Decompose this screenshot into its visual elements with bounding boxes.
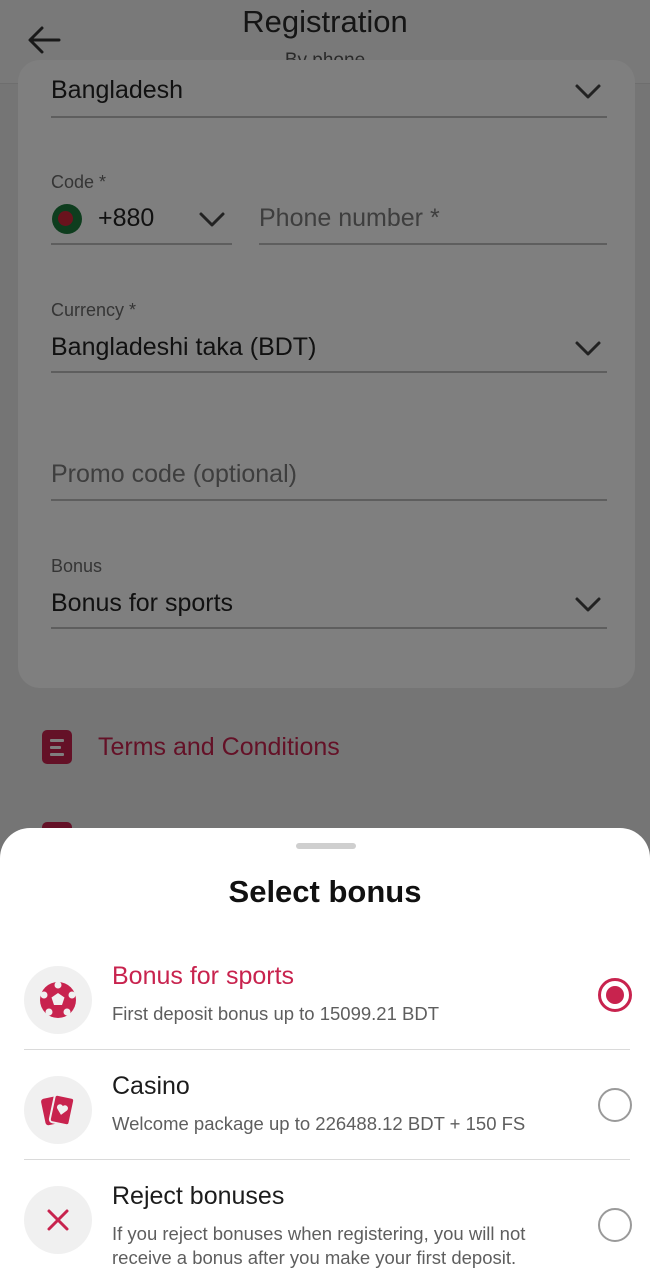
bonus-option-title: Reject bonuses (112, 1182, 285, 1210)
bonus-option-title: Casino (112, 1072, 190, 1100)
divider (24, 1159, 630, 1160)
radio-selected[interactable] (598, 978, 632, 1012)
soccer-ball-icon (24, 966, 92, 1034)
radio-unselected[interactable] (598, 1088, 632, 1122)
bonus-option-reject[interactable]: Reject bonuses If you reject bonuses whe… (0, 1176, 650, 1280)
bonus-option-description: First deposit bonus up to 15099.21 BDT (112, 1003, 440, 1024)
sheet-drag-handle[interactable] (296, 843, 356, 849)
radio-unselected[interactable] (598, 1208, 632, 1242)
playing-cards-icon (24, 1076, 92, 1144)
bonus-option-title: Bonus for sports (112, 962, 295, 990)
bonus-option-description: If you reject bonuses when registering, … (112, 1223, 526, 1268)
close-icon (24, 1186, 92, 1254)
bonus-option-description: Welcome package up to 226488.12 BDT + 15… (112, 1113, 526, 1134)
divider (24, 1049, 630, 1050)
select-bonus-sheet: Select bonus Bonus for sports First depo… (0, 828, 650, 1280)
sheet-title: Select bonus (228, 874, 422, 909)
